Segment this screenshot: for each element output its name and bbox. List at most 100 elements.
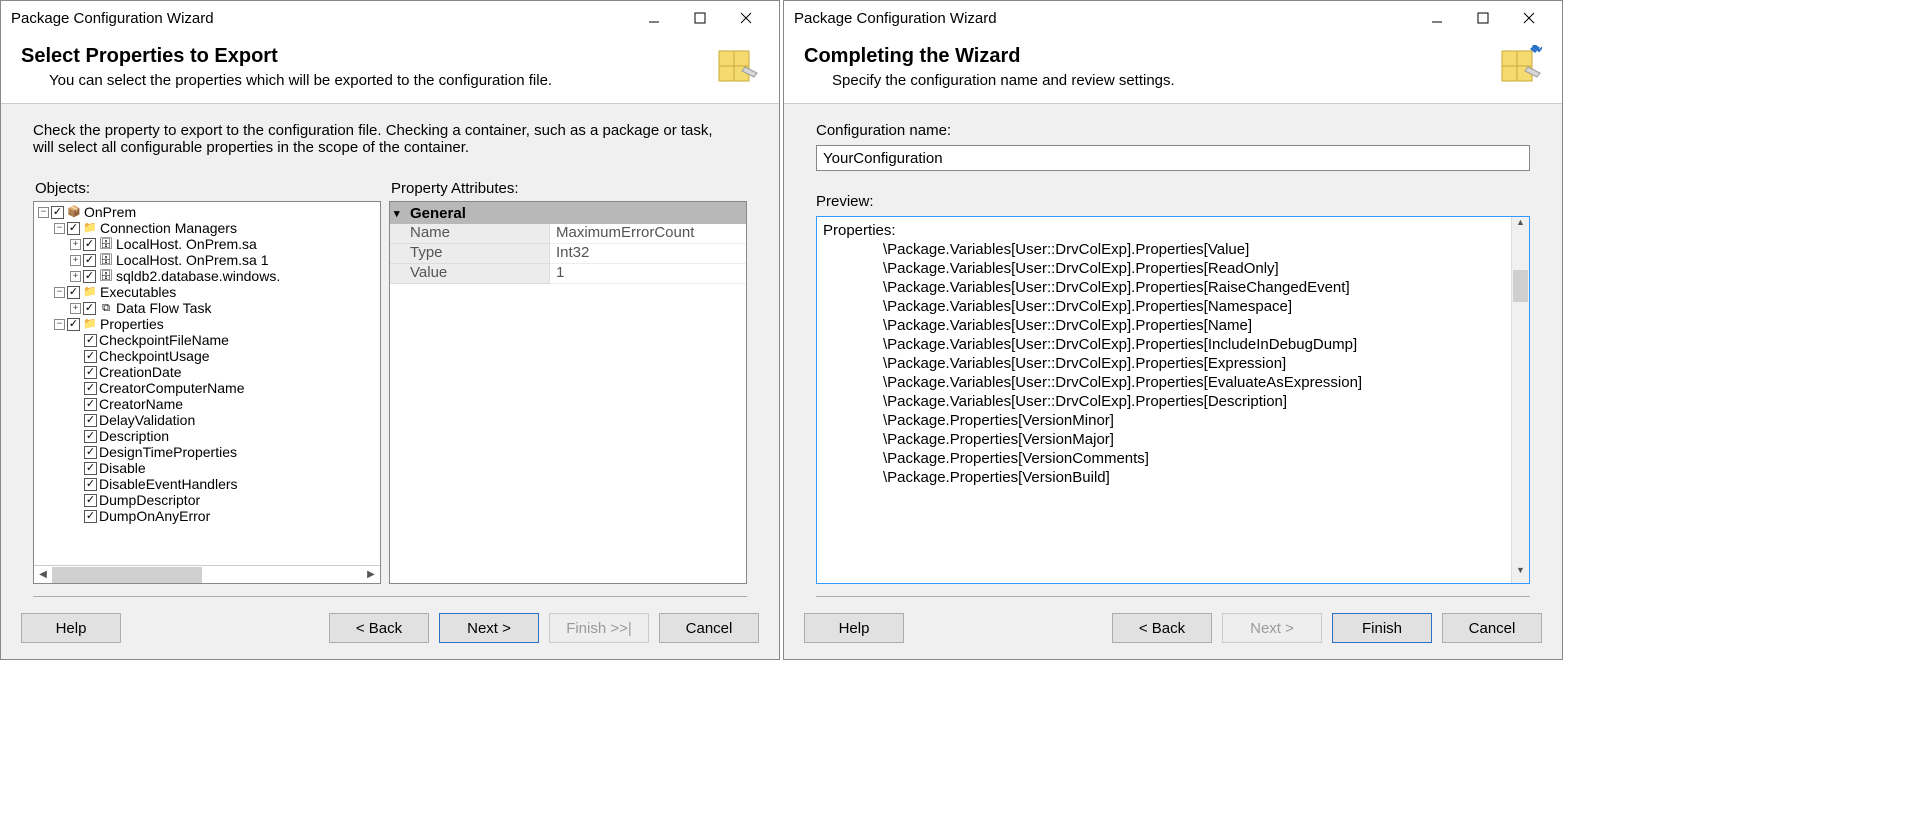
attributes-section-header[interactable]: ▾General [390,202,746,224]
collapse-icon[interactable]: − [38,207,49,218]
checkbox-icon[interactable] [84,494,97,507]
tree-node-property[interactable]: Description [38,428,380,444]
maximize-button[interactable] [677,3,723,33]
preview-line: \Package.Variables[User::DrvColExp].Prop… [823,335,1505,354]
checkbox-icon[interactable] [84,334,97,347]
tree-node-property[interactable]: DelayValidation [38,412,380,428]
checkbox-icon[interactable] [83,302,96,315]
collapse-icon[interactable]: − [54,287,65,298]
preview-line: \Package.Variables[User::DrvColExp].Prop… [823,316,1505,335]
checkbox-icon[interactable] [84,478,97,491]
preview-line: \Package.Variables[User::DrvColExp].Prop… [823,392,1505,411]
tree-node-connection[interactable]: +🗄LocalHost. OnPrem.sa 1 [38,252,380,268]
close-button[interactable] [723,3,769,33]
scroll-thumb[interactable] [1513,270,1528,302]
expand-icon[interactable]: + [70,303,81,314]
checkbox-icon[interactable] [84,462,97,475]
maximize-button[interactable] [1460,3,1506,33]
db-icon: 🗄 [98,269,114,283]
minimize-button[interactable] [631,3,677,33]
horizontal-scrollbar[interactable]: ◀ ▶ [34,565,380,583]
tree-node-property[interactable]: DisableEventHandlers [38,476,380,492]
tree-node-property[interactable]: CreatorComputerName [38,380,380,396]
tree-node-property[interactable]: CheckpointFileName [38,332,380,348]
folder-icon: 📁 [82,285,98,299]
chevron-down-icon[interactable]: ▾ [394,207,410,220]
collapse-icon[interactable]: − [54,223,65,234]
minimize-button[interactable] [1414,3,1460,33]
help-button[interactable]: Help [804,613,904,643]
titlebar[interactable]: Package Configuration Wizard [784,1,1562,35]
tree-node-properties[interactable]: −📁Properties [38,316,380,332]
tree-node-root[interactable]: −📦OnPrem [38,204,380,220]
scroll-down-icon[interactable]: ▼ [1512,565,1529,583]
preview-line: \Package.Variables[User::DrvColExp].Prop… [823,278,1505,297]
cancel-button[interactable]: Cancel [659,613,759,643]
help-button[interactable]: Help [21,613,121,643]
instructions: Check the property to export to the conf… [33,122,723,156]
tree-node-dataflow[interactable]: +⧉Data Flow Task [38,300,380,316]
back-button[interactable]: < Back [329,613,429,643]
attribute-row[interactable]: TypeInt32 [390,244,746,264]
checkbox-icon[interactable] [84,414,97,427]
tree-node-connection-managers[interactable]: −📁Connection Managers [38,220,380,236]
preview-line: \Package.Properties[VersionBuild] [823,468,1505,487]
package-icon: 📦 [66,205,82,219]
checkbox-icon[interactable] [84,366,97,379]
close-button[interactable] [1506,3,1552,33]
objects-label: Objects: [35,180,381,197]
wizard-header: Completing the Wizard Specify the config… [784,35,1562,104]
tree-node-connection[interactable]: +🗄LocalHost. OnPrem.sa [38,236,380,252]
tree-node-property[interactable]: CreatorName [38,396,380,412]
db-icon: 🗄 [98,253,114,267]
scroll-left-icon[interactable]: ◀ [34,569,52,580]
scroll-thumb[interactable] [52,567,202,583]
preview-line: \Package.Properties[VersionComments] [823,449,1505,468]
tree-node-property[interactable]: CreationDate [38,364,380,380]
preview-textarea[interactable]: Properties: \Package.Variables[User::Drv… [816,216,1530,584]
checkbox-icon[interactable] [83,254,96,267]
expand-icon[interactable]: + [70,271,81,282]
collapse-icon[interactable]: − [54,319,65,330]
config-name-input[interactable] [816,145,1530,171]
checkbox-icon[interactable] [51,206,64,219]
finish-button[interactable]: Finish [1332,613,1432,643]
titlebar[interactable]: Package Configuration Wizard [1,1,779,35]
checkbox-icon[interactable] [84,430,97,443]
wizard-footer: Help < Back Next > Finish >>| Cancel [1,597,779,659]
checkbox-icon[interactable] [67,222,80,235]
tree-node-connection[interactable]: +🗄 sqldb2.database.windows. [38,268,380,284]
back-button[interactable]: < Back [1112,613,1212,643]
checkbox-icon[interactable] [83,238,96,251]
attribute-row[interactable]: NameMaximumErrorCount [390,224,746,244]
wizard-footer: Help < Back Next > Finish Cancel [784,597,1562,659]
tree-node-executables[interactable]: −📁Executables [38,284,380,300]
tree-node-property[interactable]: Disable [38,460,380,476]
finish-button: Finish >>| [549,613,649,643]
tree-node-property[interactable]: DumpOnAnyError [38,508,380,524]
attribute-row[interactable]: Value1 [390,264,746,284]
vertical-scrollbar[interactable]: ▲ ▼ [1511,217,1529,583]
checkbox-icon[interactable] [84,350,97,363]
wizard-completing: Package Configuration Wizard Completing … [783,0,1563,660]
objects-tree[interactable]: −📦OnPrem −📁Connection Managers +🗄LocalHo… [34,202,380,565]
preview-label: Preview: [816,193,1530,210]
scroll-right-icon[interactable]: ▶ [362,569,380,580]
cancel-button[interactable]: Cancel [1442,613,1542,643]
expand-icon[interactable]: + [70,255,81,266]
tree-node-property[interactable]: CheckpointUsage [38,348,380,364]
checkbox-icon[interactable] [67,318,80,331]
next-button[interactable]: Next > [439,613,539,643]
checkbox-icon[interactable] [84,510,97,523]
checkbox-icon[interactable] [84,446,97,459]
tree-node-property[interactable]: DesignTimeProperties [38,444,380,460]
checkbox-icon[interactable] [83,270,96,283]
checkbox-icon[interactable] [84,382,97,395]
checkbox-icon[interactable] [84,398,97,411]
tree-node-property[interactable]: DumpDescriptor [38,492,380,508]
checkbox-icon[interactable] [67,286,80,299]
next-button: Next > [1222,613,1322,643]
page-subheading: You can select the properties which will… [49,72,707,89]
expand-icon[interactable]: + [70,239,81,250]
scroll-up-icon[interactable]: ▲ [1512,217,1529,235]
